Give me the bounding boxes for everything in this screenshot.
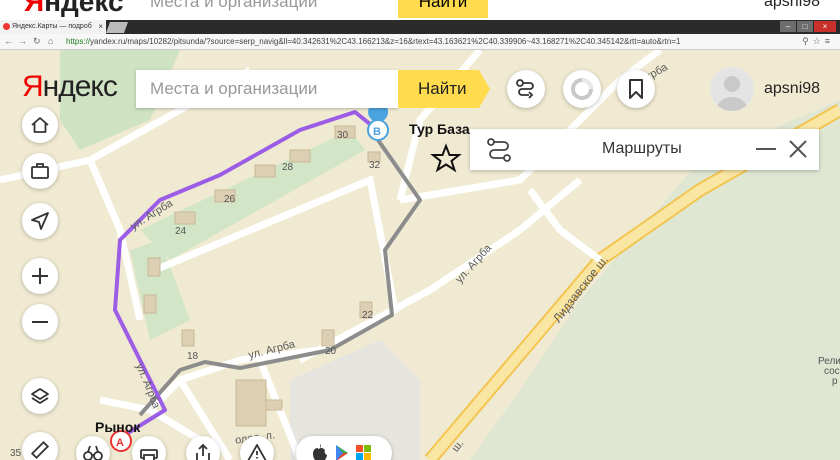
ghost-logo-first: Я [24,0,45,17]
routes-panel-title: Маршруты [602,140,682,157]
ghost-find: Найти [398,0,488,18]
my-location-button[interactable] [22,203,58,239]
briefcase-icon [31,163,49,179]
plus-icon [32,268,48,284]
forward-icon[interactable]: → [18,36,27,46]
building-number: 26 [224,194,236,205]
route-icon [487,138,511,162]
url-host: yandex.ru [90,37,126,46]
route-icon [516,79,534,99]
maximize-button[interactable]: □ [797,21,813,32]
printer-icon [140,449,158,460]
reload-icon[interactable]: ↻ [33,36,41,47]
layers-icon [31,388,49,404]
logo-first-letter: Я [22,70,44,103]
building-number: 28 [282,162,294,173]
home-icon[interactable]: ⌂ [48,36,53,46]
app-stores-icon [313,444,371,460]
building-number: 18 [187,351,199,362]
new-tab-button[interactable] [105,22,129,33]
binoculars-icon [83,445,103,460]
traffic-button[interactable] [563,70,601,108]
url-path: /maps/10282/pitsunda/?source=serp_navig&… [125,37,681,46]
marker-b-icon[interactable]: B [367,102,389,144]
home-button[interactable] [22,107,58,143]
traffic-icon [571,78,593,100]
building-number: 24 [175,226,187,237]
svg-text:A: A [116,437,124,449]
window-controls: – □ × [780,21,836,32]
bookmarks-button[interactable] [617,70,655,108]
ghost-header: Яндекс Места и организации Найти apsni98 [0,0,840,20]
minus-icon [32,321,48,323]
businesses-button[interactable] [22,153,58,189]
tab-title: Яндекс.Карты — подроб [12,23,92,30]
svg-text:B: B [373,126,381,138]
building-number: 22 [362,310,374,321]
building-number: 30 [337,130,349,141]
building-number: 32 [369,160,381,171]
ghost-username: apsni98 [764,0,821,10]
mobile-apps-button[interactable] [296,436,392,460]
ghost-logo: Яндекс [24,0,124,18]
warning-icon [247,444,267,460]
place-tur-baza[interactable]: Тур База [409,121,470,137]
bookmark-icon [629,79,643,99]
yandex-logo[interactable]: Яндекс [22,70,118,104]
place-rynok[interactable]: Рынок [95,419,140,435]
ruler-icon [30,440,50,460]
address-bar: ← → ↻ ⌂ https://yandex.ru/maps/10282/pit… [0,34,840,50]
user-icon [716,76,748,111]
routes-panel: Маршруты [470,129,819,170]
logo-rest: ндекс [42,70,118,103]
ghost-search: Места и организации [150,0,318,11]
close-icon[interactable] [788,139,808,159]
relic-label-3: р [832,376,838,387]
building-number: 35 [10,448,22,459]
favicon-icon [3,23,10,30]
share-icon [196,443,210,460]
back-icon[interactable]: ← [4,36,13,46]
browser-tools-icon[interactable]: ⚲☆≡ [802,36,834,47]
location-arrow-icon [31,212,49,230]
search-input[interactable] [136,70,398,108]
url-scheme: https:// [66,37,91,46]
tab-close-icon[interactable]: × [98,20,103,34]
zoom-in-button[interactable] [22,258,58,294]
minimize-panel-button[interactable] [756,148,776,150]
home-icon [31,117,49,133]
browser-tab-bar: Яндекс.Карты — подроб × – □ × [0,20,840,34]
layers-button[interactable] [22,378,58,414]
url-field[interactable]: https://yandex.ru/maps/10282/pitsunda/?s… [66,36,806,48]
routes-button[interactable] [507,70,545,108]
avatar[interactable] [710,67,754,111]
browser-tab[interactable]: Яндекс.Карты — подроб × [0,20,106,34]
window-close-button[interactable]: × [814,21,836,32]
zoom-out-button[interactable] [22,304,58,340]
ruler-button[interactable] [22,432,58,460]
ghost-logo-rest: ндекс [44,0,124,17]
username[interactable]: apsni98 [764,80,820,98]
map-canvas[interactable]: B A [0,50,840,460]
find-button[interactable]: Найти [398,70,490,108]
minimize-button[interactable]: – [780,21,796,32]
building-number: 20 [325,346,337,357]
